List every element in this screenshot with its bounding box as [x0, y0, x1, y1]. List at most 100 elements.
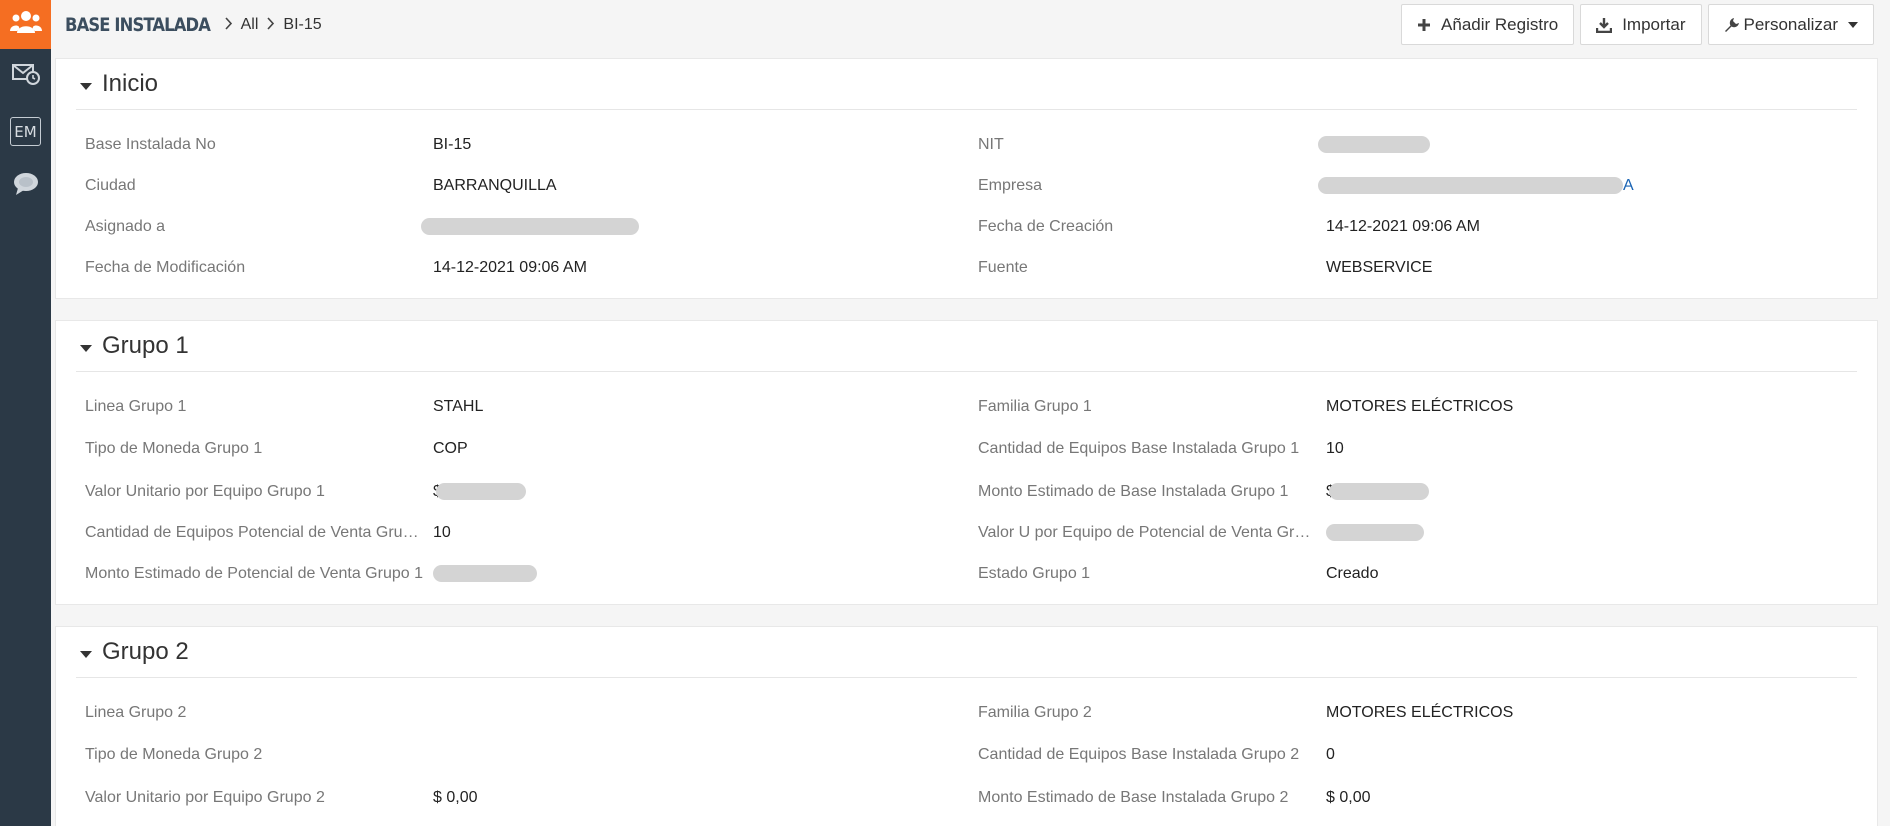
header-actions: Añadir Registro Importar Personalizar	[1401, 4, 1874, 45]
field-label: Familia Grupo 1	[978, 397, 1092, 415]
field-label: Asignado a	[85, 217, 166, 235]
sidebar-item-mail[interactable]	[0, 49, 51, 104]
field-label: Cantidad de Equipos Potencial de Venta G…	[85, 523, 433, 541]
field-value: 14-12-2021 09:06 AM	[1326, 217, 1480, 235]
field-value[interactable]: 0	[1326, 746, 1857, 764]
field-row: Ciudad BARRANQUILLA Empresa A	[76, 165, 1857, 206]
field-value[interactable]: BI-15	[433, 136, 969, 154]
field-grid: Base Instalada No BI-15 NIT Ciudad BARRA…	[76, 110, 1857, 298]
field-label: Monto Estimado de Base Instalada Grupo 1	[978, 482, 1289, 500]
download-icon	[1596, 17, 1613, 33]
field-label: Ciudad	[85, 176, 136, 194]
customize-label: Personalizar	[1743, 14, 1839, 34]
field-row: Tipo de Moneda Grupo 1 COP Cantidad de E…	[76, 427, 1857, 471]
field-row: Linea Grupo 2 Familia Grupo 2 MOTORES EL…	[76, 692, 1857, 733]
field-value-redacted[interactable]	[433, 564, 969, 583]
section-title: Grupo 2	[102, 638, 189, 665]
customize-dropdown-button[interactable]: Personalizar	[1707, 4, 1874, 45]
chevron-right-icon	[224, 16, 233, 34]
sidebar-item-support[interactable]	[0, 159, 51, 214]
field-label: Familia Grupo 2	[978, 703, 1092, 721]
field-value[interactable]: 10	[433, 524, 969, 542]
redacted-value	[421, 217, 639, 235]
redacted-value	[1318, 135, 1430, 153]
field-value[interactable]: $ 0,00	[433, 789, 969, 807]
field-row: Cantidad de Equipos Potencial de Venta G…	[76, 512, 1857, 553]
field-grid: Linea Grupo 2 Familia Grupo 2 MOTORES EL…	[76, 678, 1857, 826]
caret-down-icon[interactable]	[80, 344, 92, 352]
field-row: Base Instalada No BI-15 NIT	[76, 124, 1857, 165]
breadcrumb: All BI-15	[216, 16, 322, 34]
field-label: Monto Estimado de Base Instalada Grupo 2	[978, 788, 1289, 806]
chevron-right-icon	[266, 16, 275, 34]
section-inicio: Inicio Base Instalada No BI-15 NIT Ciuda…	[55, 58, 1878, 299]
app-logo[interactable]	[0, 0, 51, 49]
redacted-value	[433, 564, 537, 582]
field-row: Valor Unitario por Equipo Grupo 1 $ Mont…	[76, 471, 1857, 512]
field-value[interactable]: COP	[433, 440, 969, 458]
caret-down-icon[interactable]	[80, 650, 92, 658]
breadcrumb-all[interactable]: All	[241, 16, 259, 34]
section-header[interactable]: Grupo 1	[76, 321, 1857, 372]
field-value[interactable]: $ 0,00	[1326, 789, 1857, 807]
sidebar-item-em[interactable]: EM	[0, 104, 51, 159]
field-grid: Linea Grupo 1 STAHL Familia Grupo 1 MOTO…	[76, 372, 1857, 604]
field-row: Monto Estimado de Potencial de Venta Gru…	[76, 553, 1857, 594]
field-value[interactable]: STAHL	[433, 398, 969, 416]
field-label: Estado Grupo 1	[978, 564, 1091, 582]
section-title: Grupo 1	[102, 332, 189, 359]
field-label: Fecha de Modificación	[85, 258, 246, 276]
field-row: Valor Unitario por Equipo Grupo 2 $ 0,00…	[76, 777, 1857, 818]
field-label: Tipo de Moneda Grupo 2	[85, 746, 263, 763]
field-label: Valor Unitario por Equipo Grupo 1	[85, 482, 325, 500]
field-label: Fuente	[978, 258, 1028, 276]
field-value[interactable]: Creado	[1326, 565, 1857, 583]
support-chat-icon	[12, 171, 40, 202]
redacted-value	[1328, 482, 1429, 500]
field-value[interactable]: MOTORES ELÉCTRICOS	[1326, 704, 1857, 722]
field-label: Monto Estimado de Potencial de Venta Gru…	[85, 564, 423, 582]
section-header[interactable]: Inicio	[76, 59, 1857, 110]
sidebar: EM	[0, 0, 51, 826]
field-row: Linea Grupo 1 STAHL Familia Grupo 1 MOTO…	[76, 386, 1857, 427]
module-title[interactable]: BASE INSTALADA	[65, 14, 211, 36]
redacted-value	[435, 482, 526, 500]
caret-down-icon[interactable]	[80, 82, 92, 90]
caret-down-icon	[1848, 21, 1858, 28]
field-label: Cantidad de Equipos Base Instalada Grupo…	[978, 440, 1300, 457]
section-grupo-2: Grupo 2 Linea Grupo 2 Familia Grupo 2 MO…	[55, 626, 1878, 826]
field-value[interactable]: MOTORES ELÉCTRICOS	[1326, 398, 1857, 416]
field-value[interactable]: WEBSERVICE	[1326, 259, 1857, 277]
add-record-button[interactable]: Añadir Registro	[1401, 4, 1575, 45]
field-label: NIT	[978, 135, 1004, 153]
field-label: Valor Unitario por Equipo Grupo 2	[85, 788, 325, 806]
company-link[interactable]: A	[1318, 177, 1857, 195]
field-value-redacted[interactable]: $	[433, 483, 969, 501]
field-value-redacted[interactable]	[1326, 523, 1857, 542]
section-title: Inicio	[102, 70, 159, 97]
field-label: Linea Grupo 1	[85, 397, 187, 415]
field-label: Fecha de Creación	[978, 217, 1114, 235]
assigned-to-value[interactable]	[421, 217, 969, 236]
field-value[interactable]: BARRANQUILLA	[433, 177, 969, 195]
field-label: Linea Grupo 2	[85, 703, 187, 721]
redacted-value	[1326, 523, 1424, 541]
section-header[interactable]: Grupo 2	[76, 627, 1857, 678]
mail-clock-icon	[11, 63, 40, 90]
field-value-redacted[interactable]: $	[1326, 483, 1857, 501]
field-label: Empresa	[978, 176, 1043, 194]
field-row: Fecha de Modificación 14-12-2021 09:06 A…	[76, 247, 1857, 288]
field-value[interactable]: 10	[1326, 440, 1857, 458]
section-grupo-1: Grupo 1 Linea Grupo 1 STAHL Familia Grup…	[55, 320, 1878, 605]
import-button[interactable]: Importar	[1580, 4, 1702, 45]
plus-icon	[1417, 18, 1431, 32]
field-label: Valor U por Equipo de Potencial de Venta…	[978, 523, 1326, 541]
company-link-text[interactable]: A	[1623, 177, 1634, 194]
field-value-redacted[interactable]	[1318, 135, 1857, 154]
import-label: Importar	[1622, 14, 1686, 34]
field-row: Tipo de Moneda Grupo 2 Cantidad de Equip…	[76, 733, 1857, 777]
field-row: Asignado a Fecha de Creación 14-12-2021 …	[76, 206, 1857, 247]
field-label: Tipo de Moneda Grupo 1	[85, 440, 263, 457]
field-label: Base Instalada No	[85, 135, 216, 153]
page-header: BASE INSTALADA All BI-15 Añadir Registro…	[51, 0, 1890, 50]
